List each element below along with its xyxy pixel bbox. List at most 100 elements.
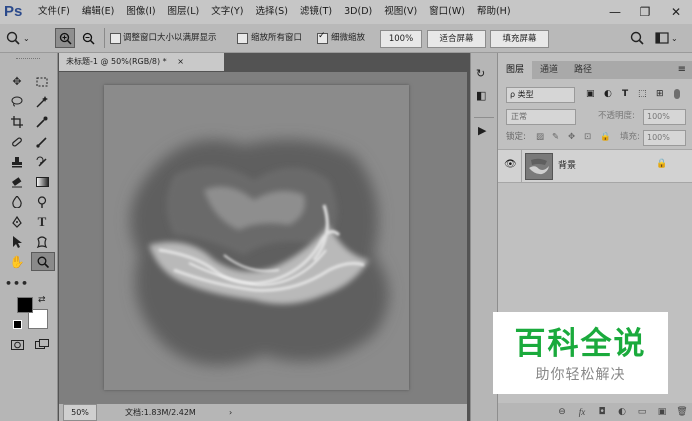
fx-icon[interactable]: fx — [572, 407, 592, 417]
tab-channels[interactable]: 通道 — [532, 61, 566, 79]
restore-button[interactable]: ❐ — [630, 0, 660, 24]
actions-play-icon[interactable]: ▶ — [478, 124, 486, 137]
quick-mask-button[interactable] — [6, 336, 28, 353]
marquee-tool[interactable] — [31, 73, 53, 90]
minimize-button[interactable]: — — [600, 0, 630, 24]
pen-tool[interactable] — [6, 213, 28, 230]
filter-toggle[interactable] — [674, 89, 680, 99]
edit-toolbar-button[interactable]: ••• — [5, 275, 28, 292]
fill-field[interactable]: 100% — [643, 130, 686, 146]
history-brush-tool[interactable] — [31, 153, 53, 170]
shape-tool[interactable] — [31, 233, 53, 250]
move-tool[interactable]: ✥ — [6, 73, 28, 90]
layer-name[interactable]: 背景 — [558, 158, 576, 171]
fill-screen-button[interactable]: 填充屏幕 — [490, 30, 549, 48]
foreground-color-swatch[interactable] — [17, 297, 33, 313]
zoom-in-button[interactable] — [55, 28, 75, 48]
hand-tool[interactable]: ✋ — [6, 253, 28, 270]
default-colors-icon[interactable] — [13, 320, 22, 329]
new-group-icon[interactable]: ▭ — [632, 407, 652, 417]
screen-mode-button[interactable] — [31, 336, 53, 353]
history-icon[interactable]: ↻ — [476, 67, 485, 80]
zoom-tool[interactable] — [31, 252, 55, 271]
lasso-tool[interactable] — [6, 93, 28, 110]
opacity-field[interactable]: 100% — [643, 109, 686, 125]
link-layers-icon[interactable]: ⊖ — [552, 407, 572, 417]
divider — [474, 117, 494, 118]
brush-tool[interactable] — [31, 133, 53, 150]
tab-layers[interactable]: 图层 — [498, 61, 533, 79]
path-selection-tool[interactable] — [6, 233, 28, 250]
healing-brush-tool[interactable] — [6, 133, 28, 150]
layer-filter-kind[interactable]: ρ 类型 — [506, 87, 575, 103]
layer-thumbnail — [525, 153, 553, 180]
lock-all-icon[interactable]: 🔒 — [600, 128, 611, 146]
menu-file[interactable]: 文件(F) — [32, 0, 76, 24]
resize-windows-checkbox[interactable] — [110, 33, 121, 44]
document-size-info[interactable]: 文档:1.83M/2.42M — [125, 404, 196, 421]
search-icon[interactable] — [630, 31, 644, 45]
zoom-out-button[interactable] — [78, 28, 98, 48]
menu-window[interactable]: 窗口(W) — [423, 0, 471, 24]
layers-panel-footer: ⊖ fx ◘ ◐ ▭ ▣ 🗑 — [498, 403, 692, 421]
swap-colors-icon[interactable]: ⇄ — [38, 295, 46, 305]
add-mask-icon[interactable]: ◘ — [592, 407, 612, 417]
new-layer-icon[interactable]: ▣ — [652, 407, 672, 417]
menu-help[interactable]: 帮助(H) — [471, 0, 517, 24]
close-tab-icon[interactable]: × — [177, 57, 184, 66]
scrubby-zoom-label: 细微缩放 — [331, 33, 366, 43]
document-tab[interactable]: 未标题-1 @ 50%(RGB/8) * × — [59, 53, 224, 71]
blend-mode-select[interactable]: 正常 — [506, 109, 576, 125]
menu-3d[interactable]: 3D(D) — [338, 0, 378, 24]
custom-shape-icon — [36, 235, 48, 248]
gradient-tool[interactable] — [31, 173, 53, 190]
tool-preset-picker[interactable]: ⌄ — [6, 28, 46, 48]
workspace-switcher[interactable]: ⌄ — [655, 30, 683, 46]
magic-wand-tool[interactable] — [31, 93, 53, 110]
eyedropper-tool[interactable] — [31, 113, 53, 130]
type-tool[interactable]: T — [31, 213, 53, 230]
crop-tool[interactable] — [6, 113, 28, 130]
menu-filter[interactable]: 滤镜(T) — [294, 0, 338, 24]
eye-icon[interactable]: 👁 — [504, 159, 517, 170]
panel-tabs: 图层 通道 路径 ≡ — [498, 61, 692, 79]
zoom-all-windows-checkbox[interactable] — [237, 33, 248, 44]
filter-type-icon[interactable]: T — [622, 85, 628, 103]
zoom-level-field[interactable]: 50% — [63, 404, 97, 421]
properties-icon[interactable]: ◧ — [476, 89, 486, 102]
tab-paths[interactable]: 路径 — [566, 61, 600, 79]
zoom-100-button[interactable]: 100% — [380, 30, 422, 48]
adjustment-layer-icon[interactable]: ◐ — [612, 407, 632, 417]
eraser-tool[interactable] — [6, 173, 28, 190]
zoom-in-icon — [59, 32, 72, 45]
lock-transparent-icon[interactable]: ▨ — [536, 128, 544, 146]
blur-tool[interactable] — [6, 193, 28, 210]
bandage-icon — [12, 136, 22, 147]
menu-edit[interactable]: 编辑(E) — [76, 0, 120, 24]
fit-screen-button[interactable]: 适合屏幕 — [427, 30, 486, 48]
filter-pixel-icon[interactable]: ▣ — [586, 85, 595, 103]
status-menu-arrow[interactable]: › — [229, 404, 232, 421]
scrubby-zoom-checkbox[interactable] — [317, 31, 328, 44]
menu-select[interactable]: 选择(S) — [249, 0, 293, 24]
menu-type[interactable]: 文字(Y) — [205, 0, 249, 24]
clone-stamp-tool[interactable] — [6, 153, 28, 170]
filter-adjustment-icon[interactable]: ◐ — [604, 85, 612, 103]
main-menu: 文件(F) 编辑(E) 图像(I) 图层(L) 文字(Y) 选择(S) 滤镜(T… — [32, 0, 517, 24]
toolbox-grip[interactable] — [16, 58, 40, 61]
trash-icon[interactable]: 🗑 — [672, 407, 692, 417]
zoom-icon — [37, 256, 49, 268]
menu-image[interactable]: 图像(I) — [120, 0, 161, 24]
lock-position-icon[interactable]: ✥ — [568, 128, 575, 146]
menu-view[interactable]: 视图(V) — [378, 0, 423, 24]
lock-artboard-icon[interactable]: ⊡ — [584, 128, 591, 146]
close-window-button[interactable]: ✕ — [661, 0, 691, 24]
filter-shape-icon[interactable]: ⬚ — [638, 85, 647, 103]
menu-layer[interactable]: 图层(L) — [162, 0, 206, 24]
layer-row-background[interactable]: 👁 背景 🔒 — [498, 149, 692, 183]
panel-menu-icon[interactable]: ≡ — [678, 61, 692, 79]
filter-smart-object-icon[interactable]: ⊞ — [656, 85, 664, 103]
lock-pixels-icon[interactable]: ✎ — [552, 128, 559, 146]
canvas[interactable] — [104, 85, 409, 390]
dodge-tool[interactable] — [31, 193, 53, 210]
